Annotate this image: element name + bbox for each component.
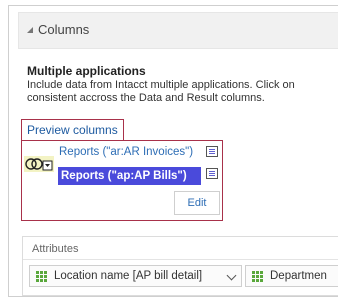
chevron-down-icon[interactable] [226, 270, 237, 281]
divider [23, 259, 338, 260]
preview-columns-link[interactable]: Preview columns [21, 119, 124, 141]
list-icon[interactable] [206, 168, 218, 179]
section-title: Columns [38, 22, 90, 37]
collapse-caret-icon[interactable] [27, 27, 33, 33]
description-line-2: consistent accross the Data and Result c… [27, 92, 265, 104]
venn-dropdown-icon[interactable] [24, 156, 54, 172]
attribute-field-department[interactable]: Departmen [245, 265, 338, 287]
attributes-label: Attributes [32, 243, 79, 255]
edit-button[interactable]: Edit [174, 191, 220, 215]
attribute-field-label: Departmen [270, 270, 327, 282]
attributes-panel: Attributes Location name [AP bill detail… [22, 236, 338, 296]
grid-icon [252, 271, 263, 282]
section-header-columns[interactable]: Columns [18, 12, 338, 49]
source-ap-bills-selected[interactable]: Reports ("ap:AP Bills") [58, 167, 201, 185]
multiple-applications-description: Include data from Intacct multiple appli… [27, 79, 295, 105]
multiple-applications-title: Multiple applications [27, 64, 146, 78]
grid-icon [36, 271, 47, 282]
description-line-1: Include data from Intacct multiple appli… [27, 79, 295, 91]
columns-panel: Columns Multiple applications Include da… [8, 5, 338, 297]
attribute-field-label: Location name [AP bill detail] [54, 270, 203, 282]
data-sources-box: Reports ("ar:AR Invoices") Reports ("ap:… [21, 140, 223, 221]
attribute-field-location-name[interactable]: Location name [AP bill detail] [29, 265, 242, 287]
source-ar-invoices[interactable]: Reports ("ar:AR Invoices") [59, 146, 193, 158]
list-icon[interactable] [206, 146, 218, 157]
